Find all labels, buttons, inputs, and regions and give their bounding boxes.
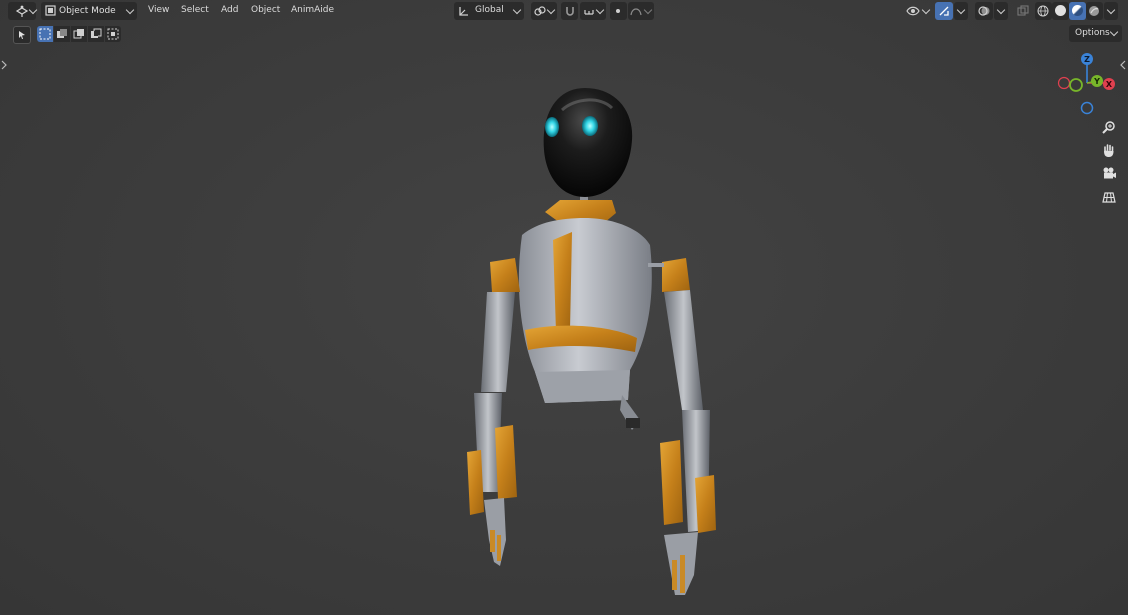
menu-select[interactable]: Select [181, 4, 209, 17]
shading-solid-button[interactable] [1052, 2, 1069, 20]
proportional-falloff-dropdown[interactable] [628, 2, 654, 20]
chevron-down-icon [1106, 5, 1116, 15]
tweak-tool-button[interactable] [13, 26, 31, 44]
select-extend-button[interactable] [54, 26, 70, 42]
camera-icon [1103, 167, 1116, 179]
gizmo-toggle[interactable] [935, 2, 953, 20]
shading-material-button[interactable] [1069, 2, 1086, 20]
link-icon [534, 6, 546, 16]
select-difference-icon [91, 28, 102, 38]
chevron-down-icon [28, 5, 38, 15]
menu-view[interactable]: View [148, 4, 169, 17]
mode-dropdown[interactable]: Object Mode [41, 2, 137, 20]
select-box-icon [39, 28, 51, 40]
gizmo-x-label: X [1106, 80, 1113, 89]
falloff-curve-icon [630, 8, 642, 16]
3d-viewport[interactable]: Object Mode View Select Add Object AnimA… [0, 0, 1128, 615]
snap-toggle[interactable] [561, 2, 578, 20]
xray-toggle[interactable] [1014, 2, 1031, 20]
transform-orientation-dropdown[interactable]: Global [454, 2, 524, 20]
chevron-down-icon [921, 5, 931, 15]
editor-type-button[interactable] [8, 2, 38, 20]
gizmo-neg-x[interactable] [1057, 76, 1071, 90]
eye-icon [906, 6, 920, 16]
viewport-header: Object Mode View Select Add Object AnimA… [0, 0, 1128, 22]
solid-sphere-icon [1055, 5, 1066, 16]
orientation-icon [459, 7, 468, 16]
options-dropdown[interactable]: Options [1069, 25, 1122, 42]
options-label: Options [1075, 28, 1110, 38]
orientation-label: Global [475, 5, 504, 15]
select-intersect-icon [107, 28, 119, 40]
magnet-icon [566, 7, 574, 16]
chevron-down-icon [546, 5, 556, 15]
robot-model[interactable] [0, 0, 1128, 615]
rendered-sphere-icon [1089, 6, 1099, 16]
menu-animaide[interactable]: AnimAide [291, 4, 334, 17]
select-subtract-button[interactable] [71, 26, 87, 42]
material-sphere-icon [1072, 5, 1083, 16]
gizmo-dropdown[interactable] [954, 2, 968, 20]
gizmo-neg-z[interactable] [1080, 101, 1094, 115]
visibility-dropdown[interactable] [905, 2, 932, 20]
cursor-arrow-icon [19, 31, 25, 39]
chevron-down-icon [595, 5, 605, 15]
proportional-dot-icon [616, 9, 620, 13]
overlays-icon [978, 6, 990, 16]
gizmo-y-label: Y [1093, 77, 1100, 86]
chevron-down-icon [512, 5, 522, 15]
sidebar-expand-arrow-icon[interactable] [1120, 60, 1126, 70]
zoom-button[interactable] [1098, 116, 1120, 138]
menu-add[interactable]: Add [221, 4, 238, 17]
navigation-gizmo[interactable]: Z Y X [1056, 50, 1120, 118]
wireframe-sphere-icon [1037, 5, 1049, 17]
menu-object[interactable]: Object [251, 4, 280, 17]
snap-increment-icon [584, 10, 594, 15]
select-difference-button[interactable] [88, 26, 104, 42]
shading-wireframe-button[interactable] [1035, 2, 1052, 20]
select-new-button[interactable] [37, 26, 53, 42]
overlays-toggle[interactable] [975, 2, 993, 20]
mode-label: Object Mode [59, 6, 116, 16]
pan-button[interactable] [1098, 139, 1120, 161]
grid-icon [1102, 191, 1116, 203]
gizmo-z-label: Z [1084, 55, 1090, 64]
chevron-down-icon [956, 5, 966, 15]
overlays-dropdown[interactable] [994, 2, 1008, 20]
perspective-toggle-button[interactable] [1098, 186, 1120, 208]
3d-viewport-icon [15, 5, 29, 17]
hand-icon [1104, 143, 1114, 157]
select-extend-icon [57, 29, 67, 38]
xray-icon [1017, 5, 1029, 16]
chevron-down-icon [996, 5, 1006, 15]
camera-view-button[interactable] [1098, 162, 1120, 184]
chevron-down-icon [643, 5, 653, 15]
chevron-down-icon [1109, 27, 1119, 37]
toolbar-expand-arrow-icon[interactable] [1, 60, 7, 70]
gizmo-neg-y[interactable] [1069, 78, 1083, 92]
select-intersect-button[interactable] [105, 26, 121, 42]
pivot-point-dropdown[interactable] [531, 2, 557, 20]
proportional-edit-toggle[interactable] [610, 2, 627, 20]
gizmo-icon [939, 6, 949, 16]
chevron-down-icon [125, 5, 135, 15]
shading-dropdown[interactable] [1104, 2, 1118, 20]
selection-mode-group [37, 26, 121, 42]
object-mode-icon [45, 5, 56, 16]
shading-rendered-button[interactable] [1086, 2, 1103, 20]
select-subtract-icon [73, 29, 84, 39]
zoom-icon [1102, 121, 1115, 134]
snap-target-dropdown[interactable] [580, 2, 606, 20]
